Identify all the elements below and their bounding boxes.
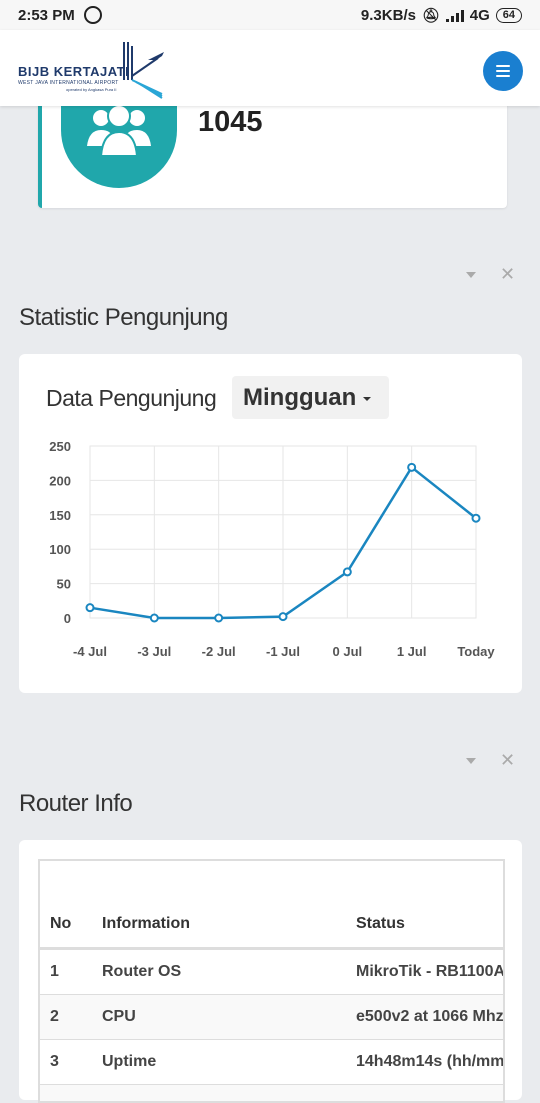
logo-mark-icon [118, 38, 166, 100]
statistic-box-tools: ✕ [466, 266, 526, 286]
visitor-count: 1045 [198, 106, 263, 139]
table-row: 1 Router OS MikroTik - RB1100AHx4 [40, 949, 505, 995]
row-status: 14h48m14s (hh/mm/ss) [356, 1040, 505, 1085]
close-icon[interactable]: ✕ [500, 750, 515, 771]
status-bar: 2:53 PM 9.3KB/s 🔕︎ 4G 64 [0, 0, 540, 30]
row-status: MikroTik - RB1100AHx4 [356, 949, 505, 995]
data-point [280, 613, 287, 620]
y-tick-label: 50 [57, 577, 71, 592]
y-tick-label: 200 [49, 473, 71, 488]
menu-bar-icon [496, 70, 510, 72]
statistic-section-title: Statistic Pengunjung [19, 304, 228, 332]
row-no: 1 [40, 949, 102, 995]
data-point [87, 604, 94, 611]
visitor-chart-card: Data Pengunjung Mingguan 250200150100500… [19, 354, 522, 693]
x-tick-label: -2 Jul [202, 644, 236, 659]
row-info: CPU [102, 995, 356, 1040]
collapse-caret-icon[interactable] [466, 758, 476, 764]
router-box-tools: ✕ [466, 752, 526, 772]
y-tick-label: 0 [64, 611, 71, 626]
table-row: 2 CPU e500v2 at 1066 Mhz [40, 995, 505, 1040]
data-point [344, 568, 351, 575]
status-right: 9.3KB/s 🔕︎ 4G 64 [361, 7, 522, 24]
row-info: Uptime [102, 1040, 356, 1085]
logo-operator: operated by Angkasa Pura II [66, 87, 116, 92]
router-section-title: Router Info [19, 790, 132, 818]
x-tick-label: -1 Jul [266, 644, 300, 659]
y-tick-label: 150 [49, 508, 71, 523]
data-point [215, 615, 222, 622]
menu-button[interactable] [483, 51, 523, 91]
signal-icon [446, 10, 464, 22]
row-info: Router OS [102, 949, 356, 995]
collapse-caret-icon[interactable] [466, 272, 476, 278]
menu-bar-icon [496, 75, 510, 77]
column-header-status: Status [356, 861, 505, 949]
table-row [40, 1085, 505, 1103]
status-time: 2:53 PM [18, 7, 75, 24]
row-no: 2 [40, 995, 102, 1040]
x-tick-label: -4 Jul [73, 644, 107, 659]
visitor-total-card: 1045 [38, 100, 507, 208]
close-icon[interactable]: ✕ [500, 264, 515, 285]
net-speed: 9.3KB/s [361, 7, 416, 24]
router-table: No Information Status 1 Router OS MikroT… [38, 859, 505, 1103]
x-tick-label: 0 Jul [333, 644, 363, 659]
visitor-line-chart: 250 200 150 100 50 0 -4 Jul -3 Jul -2 Jul -1 Jul 0… [19, 354, 522, 693]
data-point [151, 615, 158, 622]
app-header: BIJB KERTAJATI WEST JAVA INTERNATIONAL A… [0, 30, 540, 106]
row-status: e500v2 at 1066 Mhz [356, 995, 505, 1040]
mute-icon: 🔕︎ [422, 7, 440, 24]
network-type: 4G [470, 7, 490, 24]
table-row: 3 Uptime 14h48m14s (hh/mm/ss) [40, 1040, 505, 1085]
menu-bar-icon [496, 65, 510, 67]
logo-name: BIJB KERTAJATI [18, 64, 129, 79]
logo-subtitle: WEST JAVA INTERNATIONAL AIRPORT [18, 80, 119, 86]
battery-icon: 64 [496, 8, 522, 23]
column-header-information: Information [102, 861, 356, 949]
row-no: 3 [40, 1040, 102, 1085]
x-tick-label: Today [457, 644, 495, 659]
airport-logo[interactable]: BIJB KERTAJATI WEST JAVA INTERNATIONAL A… [18, 38, 168, 102]
x-tick-label: 1 Jul [397, 644, 427, 659]
whatsapp-icon [84, 6, 102, 24]
y-tick-label: 100 [49, 542, 71, 557]
x-tick-label: -3 Jul [137, 644, 171, 659]
column-header-no: No [40, 861, 102, 949]
data-point [473, 515, 480, 522]
y-tick-label: 250 [49, 439, 71, 454]
router-info-card: No Information Status 1 Router OS MikroT… [19, 840, 522, 1100]
data-point [408, 464, 415, 471]
